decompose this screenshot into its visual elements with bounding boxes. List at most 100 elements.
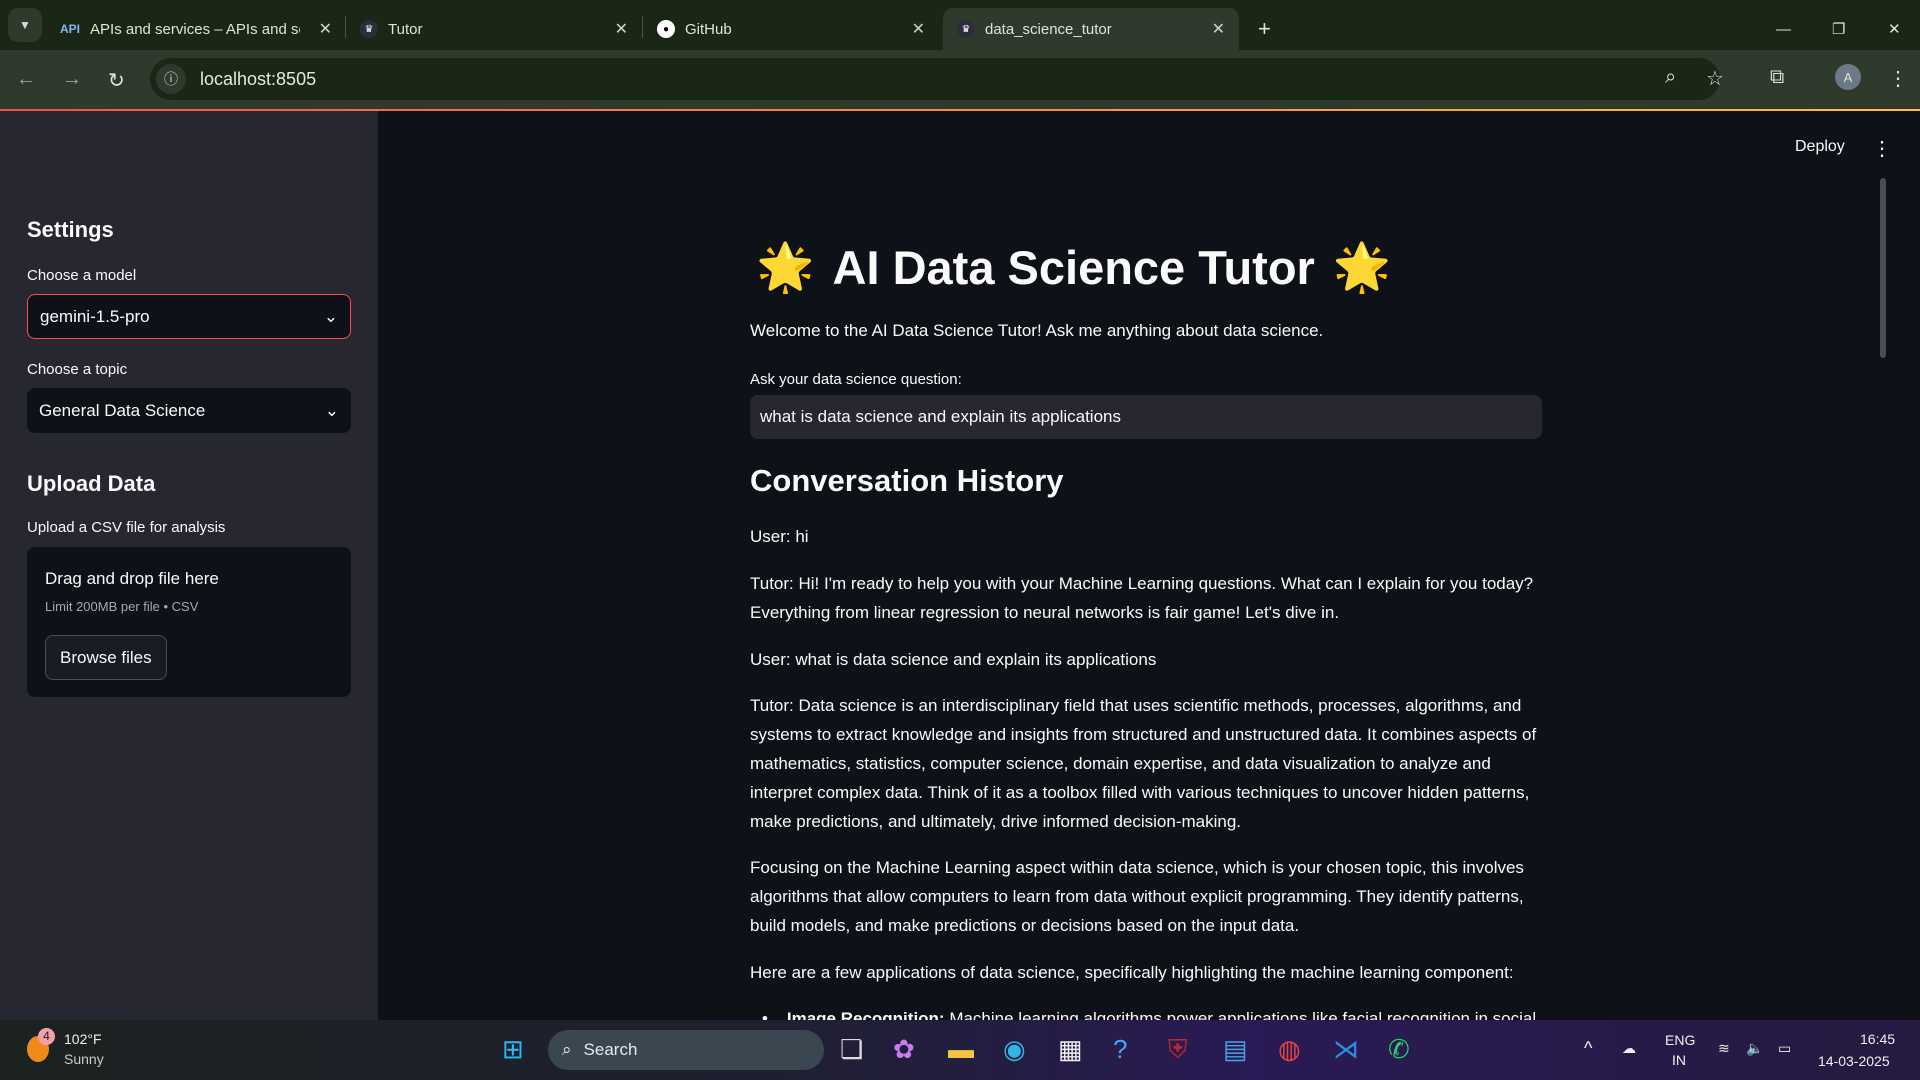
tab-bar: ▼ API APIs and services – APIs and ser ✕… (0, 0, 1920, 50)
question-label: Ask your data science question: (750, 371, 962, 388)
glowing-star-icon: 🌟 (756, 240, 815, 293)
restore-button[interactable]: ❐ (1818, 8, 1859, 50)
settings-heading: Settings (27, 217, 114, 242)
dropzone-text: Drag and drop file here (45, 569, 219, 588)
weather-condition: Sunny (64, 1051, 104, 1067)
forward-icon[interactable]: → (62, 68, 82, 91)
reload-icon[interactable]: ↻ (108, 68, 125, 93)
copilot-icon[interactable]: ✿ (893, 1034, 915, 1065)
bullet-item: • Image Recognition: Machine learning al… (762, 1004, 1550, 1020)
page-title: 🌟 AI Data Science Tutor 🌟 (756, 239, 1391, 295)
tab-apis[interactable]: API APIs and services – APIs and ser ✕ (46, 8, 346, 50)
message: User: what is data science and explain i… (750, 650, 1157, 669)
bookmark-star-icon[interactable]: ☆ (1706, 66, 1724, 91)
chevron-down-icon: ⌄ (323, 306, 338, 326)
tab-label: Tutor (388, 20, 423, 38)
streamlit-crown-icon: ♛ (360, 20, 378, 38)
topic-select[interactable]: General Data Science ⌄ (27, 388, 351, 433)
browser-menu-icon[interactable]: ⋮ (1888, 66, 1908, 91)
wifi-icon[interactable]: ≋ (1718, 1038, 1730, 1058)
help-icon[interactable]: ? (1113, 1034, 1127, 1065)
ms-store-icon[interactable]: ▦ (1058, 1034, 1083, 1065)
title-text: AI Data Science Tutor (832, 240, 1315, 294)
main-content: 🌟 AI Data Science Tutor 🌟 Welcome to the… (750, 111, 1550, 1020)
tab-tutor[interactable]: ♛ Tutor ✕ (346, 8, 642, 50)
message: User: hi (750, 527, 809, 546)
region-indicator: IN (1672, 1052, 1686, 1068)
message: Focusing on the Machine Learning aspect … (750, 858, 1524, 935)
bullet-dot: • (762, 1009, 787, 1020)
tab-label: data_science_tutor (985, 20, 1112, 38)
message: Tutor: Hi! I'm ready to help you with yo… (750, 574, 1534, 622)
streamlit-crown-icon: ♛ (957, 20, 975, 38)
tab-label: APIs and services – APIs and ser (90, 20, 301, 38)
close-icon[interactable]: ✕ (1212, 19, 1225, 39)
close-icon[interactable]: ✕ (319, 19, 332, 39)
notepad-icon[interactable]: ▤ (1223, 1034, 1248, 1065)
vscode-icon[interactable]: ⋊ (1333, 1034, 1359, 1065)
whatsapp-icon[interactable]: ✆ (1388, 1034, 1410, 1065)
onedrive-icon[interactable]: ☁ (1622, 1038, 1636, 1058)
notification-badge: 4 (38, 1028, 55, 1045)
zoom-icon[interactable]: ⌕ (1665, 66, 1676, 89)
tab-search-dropdown[interactable]: ▼ (8, 8, 42, 42)
model-value: gemini-1.5-pro (40, 306, 150, 326)
upload-label: Upload a CSV file for analysis (27, 519, 226, 536)
bullet-text: Machine learning algorithms power applic… (944, 1009, 1537, 1020)
battery-icon[interactable]: ▭ (1778, 1038, 1791, 1058)
site-info-icon[interactable]: ⓘ (156, 64, 186, 94)
taskbar: 4 102°F Sunny ⊞ ⌕ Search ❏ ✿ ▬ ◉ ▦ ? ⛨ ▤ … (0, 1020, 1920, 1080)
message: Here are a few applications of data scie… (750, 963, 1514, 982)
model-select[interactable]: gemini-1.5-pro ⌄ (27, 294, 351, 339)
file-explorer-icon[interactable]: ▬ (948, 1034, 974, 1065)
url-text[interactable]: localhost:8505 (200, 69, 316, 90)
model-label: Choose a model (27, 267, 137, 284)
tab-github[interactable]: ● GitHub ✕ (643, 8, 939, 50)
close-icon[interactable]: ✕ (912, 19, 925, 39)
back-icon[interactable]: ← (16, 68, 36, 91)
address-bar[interactable]: ⓘ localhost:8505 (150, 58, 1720, 100)
mcafee-icon[interactable]: ⛨ (1168, 1034, 1188, 1066)
windows-start-icon[interactable]: ⊞ (502, 1034, 524, 1065)
language-indicator[interactable]: ENG (1665, 1030, 1695, 1050)
profile-avatar[interactable]: A (1835, 64, 1861, 90)
minimize-button[interactable]: — (1762, 8, 1805, 50)
search-icon: ⌕ (562, 1040, 572, 1059)
sidebar: Settings Choose a model gemini-1.5-pro ⌄… (0, 111, 378, 1020)
chevron-down-icon: ⌄ (324, 400, 339, 420)
upload-heading: Upload Data (27, 471, 156, 496)
scrollbar[interactable] (1880, 178, 1886, 358)
close-window-button[interactable]: ✕ (1874, 8, 1915, 50)
clock-date[interactable]: 14-03-2025 (1818, 1051, 1890, 1071)
history-heading: Conversation History (750, 463, 1064, 498)
message: Tutor: Data science is an interdisciplin… (750, 696, 1537, 831)
clock-time[interactable]: 16:45 (1860, 1029, 1895, 1049)
topic-label: Choose a topic (27, 361, 128, 378)
new-tab-button[interactable]: + (1244, 8, 1285, 50)
topic-value: General Data Science (39, 400, 206, 420)
browse-files-button[interactable]: Browse files (45, 635, 167, 680)
file-dropzone[interactable]: Drag and drop file here Limit 200MB per … (27, 547, 351, 697)
taskbar-search[interactable]: ⌕ Search (548, 1030, 824, 1070)
github-icon: ● (657, 20, 675, 38)
deploy-button[interactable]: Deploy (1795, 138, 1845, 156)
chrome-icon[interactable]: ◍ (1278, 1034, 1301, 1065)
main-menu-icon[interactable]: ⋮ (1872, 136, 1892, 161)
weather-temp: 102°F (64, 1031, 102, 1047)
extensions-icon[interactable]: ⧉ (1770, 66, 1784, 89)
bullet-title: Image Recognition: (786, 1009, 945, 1020)
edge-icon[interactable]: ◉ (1003, 1034, 1026, 1065)
question-input[interactable]: what is data science and explain its app… (750, 395, 1542, 439)
tab-label: GitHub (685, 20, 732, 38)
api-icon: API (60, 22, 81, 36)
welcome-text: Welcome to the AI Data Science Tutor! As… (750, 321, 1324, 340)
tab-data-science-tutor[interactable]: ♛ data_science_tutor ✕ (943, 8, 1239, 50)
task-view-icon[interactable]: ❏ (840, 1034, 863, 1065)
search-label: Search (583, 1040, 638, 1059)
glowing-star-icon: 🌟 (1332, 240, 1392, 293)
volume-icon[interactable]: 🔈 (1746, 1038, 1763, 1058)
close-icon[interactable]: ✕ (615, 19, 628, 39)
browser-toolbar: ← → ↻ ⓘ localhost:8505 ⌕ ☆ ⧉ A ⋮ (0, 50, 1920, 110)
dropzone-limit: Limit 200MB per file • CSV (45, 599, 199, 614)
tray-chevron-up-icon[interactable]: ^ (1584, 1038, 1592, 1058)
